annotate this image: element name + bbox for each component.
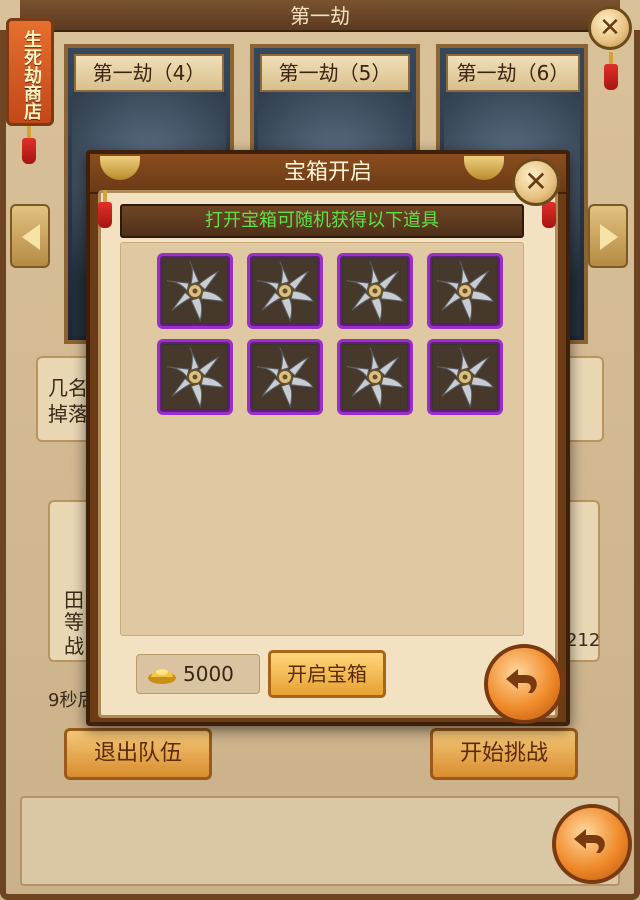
tassel-decoration bbox=[98, 190, 112, 228]
shuriken-icon bbox=[163, 259, 227, 323]
gold-amount: 5000 bbox=[183, 662, 234, 686]
return-arrow-icon bbox=[574, 829, 605, 853]
shuriken-icon bbox=[343, 345, 407, 409]
item-slot[interactable] bbox=[157, 253, 233, 329]
item-slot[interactable] bbox=[337, 253, 413, 329]
shuriken-icon bbox=[433, 259, 497, 323]
level-tab-label: 第一劫（5） bbox=[260, 54, 410, 92]
items-grid bbox=[120, 242, 524, 636]
close-icon: ✕ bbox=[524, 165, 548, 198]
dialog-back-button[interactable] bbox=[484, 644, 564, 724]
return-arrow-icon bbox=[506, 669, 537, 693]
level-tab-label: 第一劫（6） bbox=[446, 54, 580, 92]
arrow-right-icon bbox=[600, 224, 618, 250]
close-icon: ✕ bbox=[599, 13, 621, 43]
screen-title: 第一劫 bbox=[20, 0, 620, 32]
exit-team-button[interactable]: 退出队伍 bbox=[64, 728, 212, 780]
shuriken-icon bbox=[433, 345, 497, 409]
team-text-3: 战 bbox=[64, 634, 84, 658]
shuriken-icon bbox=[343, 259, 407, 323]
item-slot[interactable] bbox=[157, 339, 233, 415]
item-slot[interactable] bbox=[427, 339, 503, 415]
item-slot[interactable] bbox=[427, 253, 503, 329]
tassel-decoration bbox=[22, 126, 36, 164]
item-slot[interactable] bbox=[247, 339, 323, 415]
next-arrow-button[interactable] bbox=[588, 204, 628, 268]
level-tab-label: 第一劫（4） bbox=[74, 54, 224, 92]
gold-ingot-icon bbox=[148, 669, 176, 684]
gold-cost: 5000 bbox=[136, 654, 260, 694]
info-text-line1: 几名 bbox=[48, 376, 88, 400]
shuriken-icon bbox=[253, 345, 317, 409]
shuriken-icon bbox=[163, 345, 227, 409]
prev-arrow-button[interactable] bbox=[10, 204, 50, 268]
chest-dialog: 宝箱开启 打开宝箱可随机获得以下道具 5000 开启宝箱 bbox=[86, 150, 570, 726]
back-button[interactable] bbox=[552, 804, 632, 884]
item-slot[interactable] bbox=[337, 339, 413, 415]
item-slot[interactable] bbox=[247, 253, 323, 329]
screen-close-button[interactable]: ✕ bbox=[588, 6, 632, 50]
shop-button[interactable]: 生死劫商店 bbox=[6, 18, 54, 126]
shuriken-icon bbox=[253, 259, 317, 323]
dialog-close-button[interactable]: ✕ bbox=[512, 158, 560, 206]
info-text-line2: 掉落 bbox=[48, 402, 88, 426]
team-number: 212 bbox=[566, 630, 601, 651]
tassel-decoration bbox=[604, 52, 618, 90]
open-chest-button[interactable]: 开启宝箱 bbox=[268, 650, 386, 698]
arrow-left-icon bbox=[22, 224, 40, 250]
bottom-bar bbox=[20, 796, 620, 886]
start-challenge-button[interactable]: 开始挑战 bbox=[430, 728, 578, 780]
info-bar: 打开宝箱可随机获得以下道具 bbox=[120, 204, 524, 238]
